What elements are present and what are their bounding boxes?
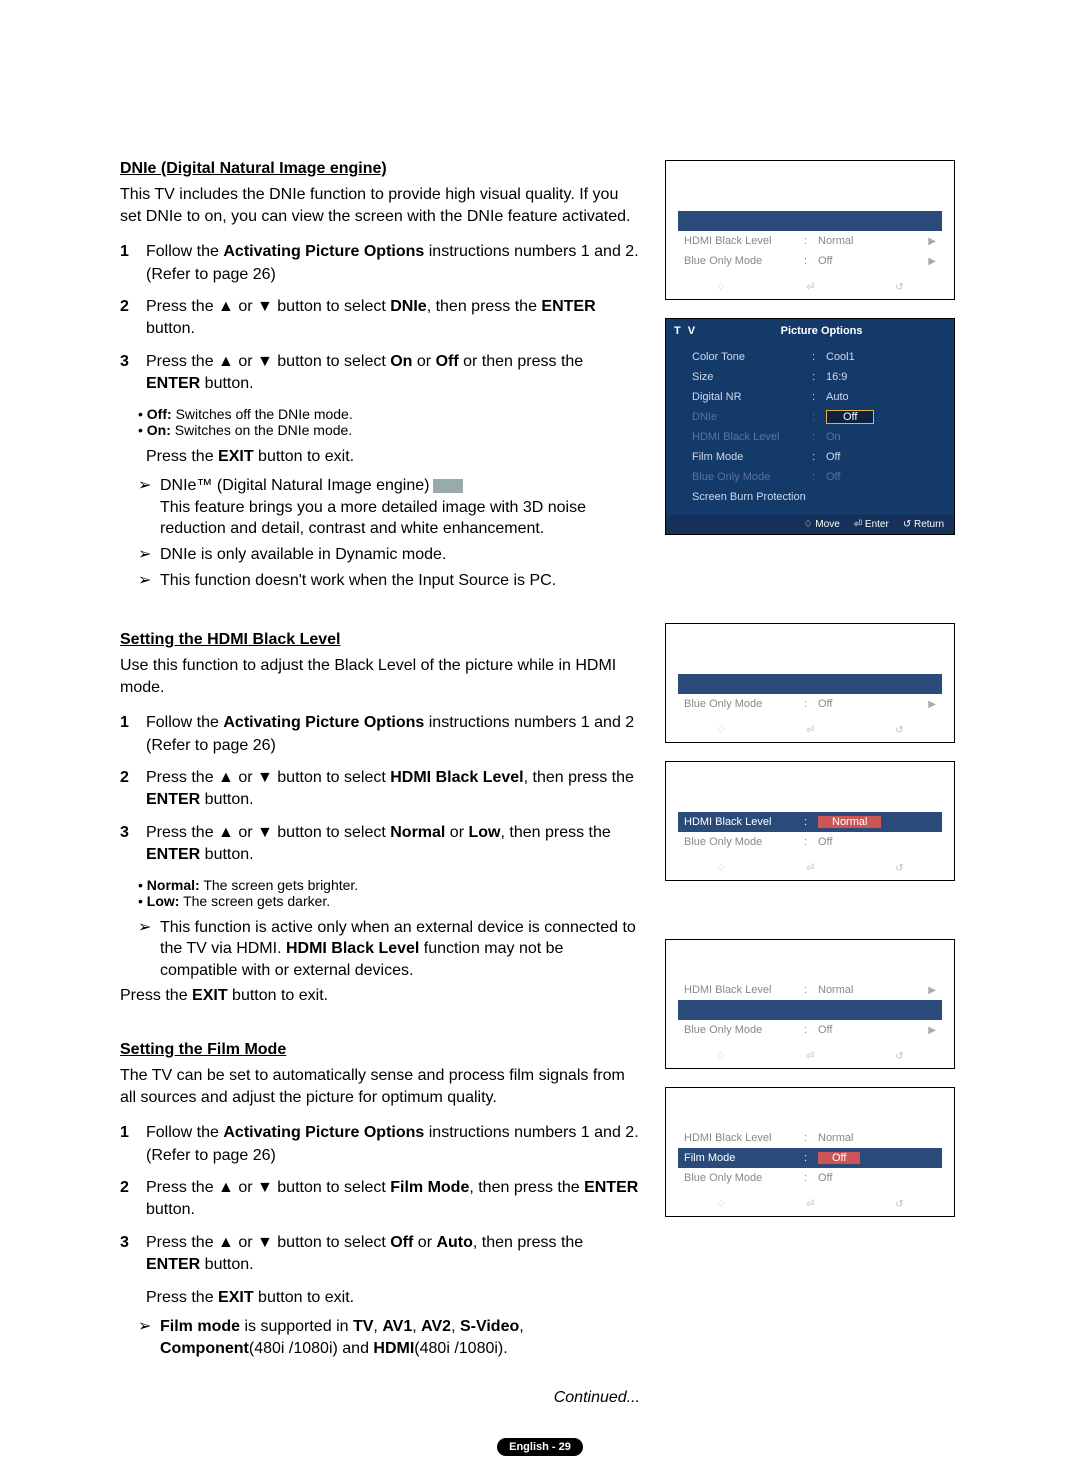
film-step-3: 3 Press the ▲ or ▼ button to select Off … [120,1232,640,1277]
dnie-note-3: ➢This function doesn't work when the Inp… [138,570,640,592]
osd-nav: ♢⏎↺ [666,863,954,874]
osd1-row-selected[interactable] [678,211,942,231]
osd6-row-blue[interactable]: Blue Only Mode:Off [678,1168,942,1188]
osd2-row-digitalnr[interactable]: Digital NR:Auto [686,387,944,407]
osd-box-5: HDMI Black Level:Normal▶ Blue Only Mode:… [665,939,955,1069]
main-content: DNIe (Digital Natural Image engine) This… [120,160,640,1407]
osd1-row-hdmi[interactable]: HDMI Black Level:Normal▶ [678,231,942,251]
osd6-row-film[interactable]: Film Mode:Off [678,1148,942,1168]
film-intro: The TV can be set to automatically sense… [120,1065,640,1108]
hdmi-intro: Use this function to adjust the Black Le… [120,655,640,698]
tv-label: T V [674,325,697,337]
osd-box-4: HDMI Black Level:Normal Blue Only Mode:O… [665,761,955,881]
osd2-row-hdmibl[interactable]: HDMI Black Level:On [686,427,944,447]
osd4-row-blue[interactable]: Blue Only Mode:Off [678,832,942,852]
osd-nav: ♢⏎↺ [666,282,954,293]
dnie-title: DNIe (Digital Natural Image engine) [120,160,640,178]
osd-nav: ♢⏎↺ [666,1199,954,1210]
page-footer: English - 29 [120,1437,960,1456]
dnie-step-1: 1 Follow the Activating Picture Options … [120,241,640,286]
hdmi-step-2: 2 Press the ▲ or ▼ button to select HDMI… [120,767,640,812]
osd-box-1: HDMI Black Level:Normal▶ Blue Only Mode:… [665,160,955,300]
osd2-row-film[interactable]: Film Mode:Off [686,447,944,467]
film-title: Setting the Film Mode [120,1041,640,1059]
film-exit: Press the EXIT button to exit. [146,1287,640,1309]
osd6-row-hdmi[interactable]: HDMI Black Level:Normal [678,1128,942,1148]
dnie-note-1: ➢DNIe™ (Digital Natural Image engine)Thi… [138,475,640,540]
osd4-row-hdmi[interactable]: HDMI Black Level:Normal [678,812,942,832]
osd2-row-colortone[interactable]: Color Tone:Cool1 [686,347,944,367]
osd1-row-blue[interactable]: Blue Only Mode:Off▶ [678,251,942,271]
osd3-row-selected[interactable] [678,674,942,694]
hdmi-step-1: 1 Follow the Activating Picture Options … [120,712,640,757]
dnie-logo-icon [433,479,463,493]
osd2-row-dnie[interactable]: DNIe:Off [686,407,944,427]
film-step-1: 1 Follow the Activating Picture Options … [120,1122,640,1167]
hdmi-exit: Press the EXIT button to exit. [120,985,640,1007]
osd-box-3: Blue Only Mode:Off▶ ♢⏎↺ [665,623,955,743]
film-step-2: 2 Press the ▲ or ▼ button to select Film… [120,1177,640,1222]
dnie-intro: This TV includes the DNIe function to pr… [120,184,640,227]
osd-box-6: HDMI Black Level:Normal Film Mode:Off Bl… [665,1087,955,1217]
osd-title: Picture Options [697,325,946,337]
osd2-row-blue[interactable]: Blue Only Mode:Off [686,467,944,487]
osd3-row-blue[interactable]: Blue Only Mode:Off▶ [678,694,942,714]
osd-nav: ♢⏎↺ [666,725,954,736]
continued-label: Continued... [120,1389,640,1407]
dnie-step-3: 3 Press the ▲ or ▼ button to select On o… [120,351,640,396]
hdmi-note: ➢This function is active only when an ex… [138,917,640,982]
page-number: English - 29 [497,1438,583,1456]
dnie-exit: Press the EXIT button to exit. [146,446,640,468]
osd5-row-hdmi[interactable]: HDMI Black Level:Normal▶ [678,980,942,1000]
osd2-row-screenburn[interactable]: Screen Burn Protection [686,487,944,507]
dnie-bullets: Off: Switches off the DNIe mode. On: Swi… [138,406,640,438]
film-note: ➢Film mode is supported in TV, AV1, AV2,… [138,1316,640,1359]
dnie-note-2: ➢DNIe is only available in Dynamic mode. [138,544,640,566]
osd-box-2: T VPicture Options Color Tone:Cool1 Size… [665,318,955,535]
film-steps: 1 Follow the Activating Picture Options … [120,1122,640,1276]
osd-nav: ♢⏎↺ [666,1051,954,1062]
osd-column: HDMI Black Level:Normal▶ Blue Only Mode:… [665,160,960,1235]
osd2-row-size[interactable]: Size:16:9 [686,367,944,387]
osd5-row-blue[interactable]: Blue Only Mode:Off▶ [678,1020,942,1040]
dnie-steps: 1 Follow the Activating Picture Options … [120,241,640,395]
dnie-step-2: 2 Press the ▲ or ▼ button to select DNIe… [120,296,640,341]
osd5-row-selected[interactable] [678,1000,942,1020]
hdmi-bullets: Normal: The screen gets brighter. Low: T… [138,877,640,909]
hdmi-steps: 1 Follow the Activating Picture Options … [120,712,640,866]
osd-nav: ♢ Move⏎ Enter↺ Return [666,515,954,534]
hdmi-title: Setting the HDMI Black Level [120,631,640,649]
hdmi-step-3: 3 Press the ▲ or ▼ button to select Norm… [120,822,640,867]
